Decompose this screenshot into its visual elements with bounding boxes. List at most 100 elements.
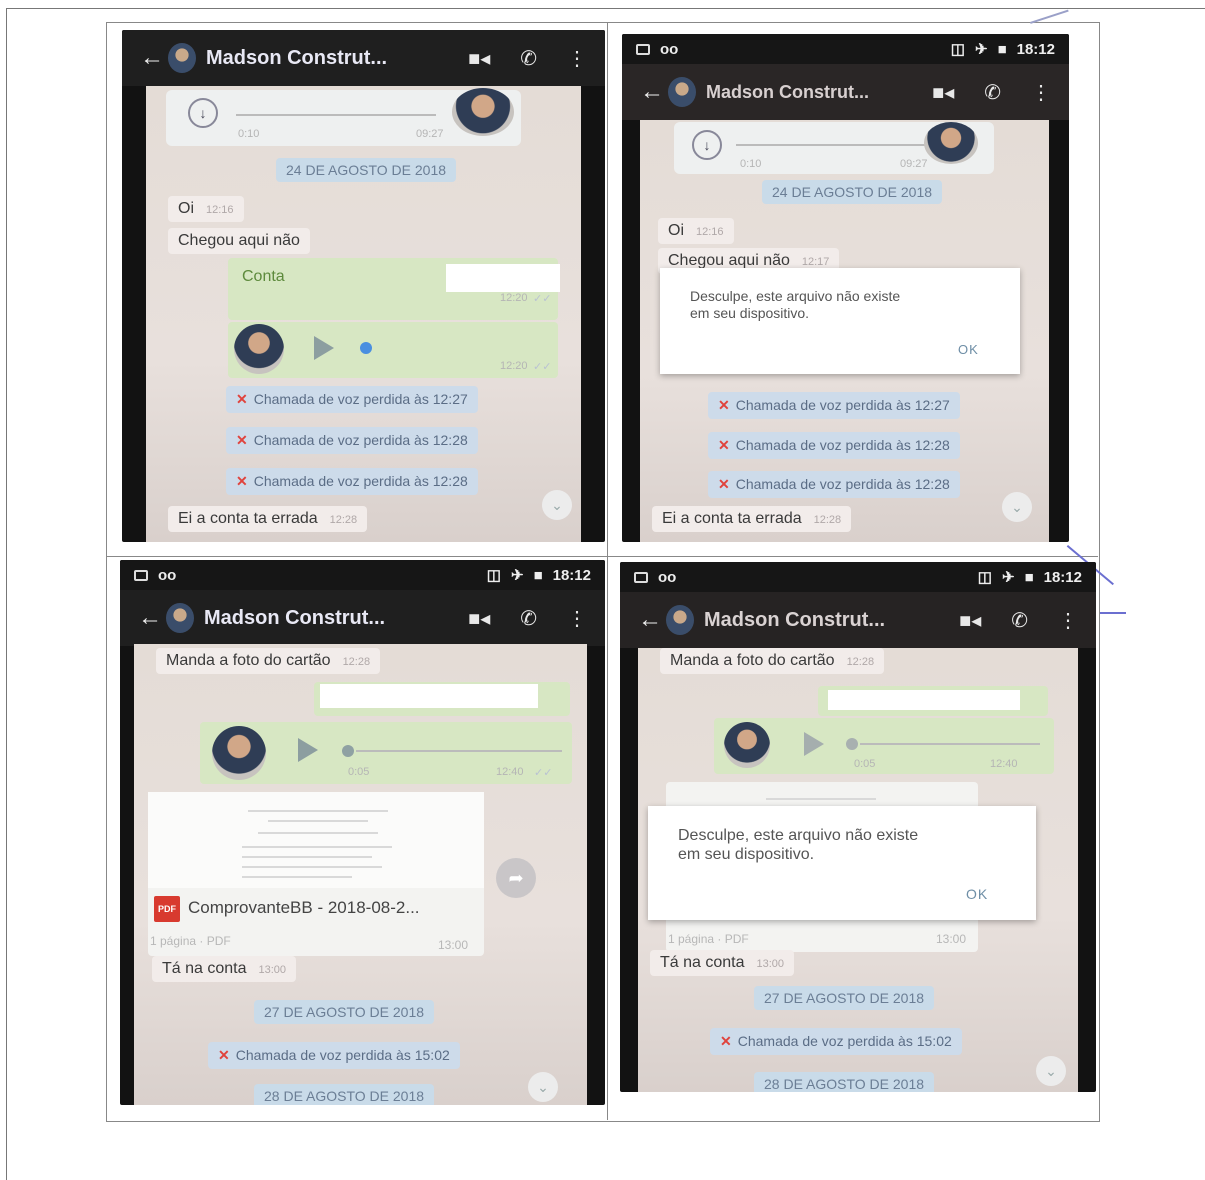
- scroll-down-icon[interactable]: ⌄: [542, 490, 572, 520]
- missed-call-notice: ✕ Chamada de voz perdida às 15:02: [710, 1028, 962, 1055]
- contact-name[interactable]: Madson Construt...: [204, 607, 438, 630]
- voice-time: 12:40: [496, 766, 524, 778]
- video-call-icon[interactable]: ■◂: [959, 608, 981, 633]
- page-border-left: [6, 8, 7, 1180]
- date-divider: 24 DE AGOSTO DE 2018: [276, 158, 457, 182]
- voice-duration: 0:05: [348, 766, 370, 778]
- contact-name[interactable]: Madson Construt...: [704, 609, 929, 632]
- missed-call-icon: ✕: [720, 1033, 732, 1049]
- chat-area: ↓ 0:10 09:27 24 DE AGOSTO DE 2018 Oi 12:1…: [640, 120, 1049, 542]
- missed-call-notice: ✕ Chamada de voz perdida às 15:02: [208, 1042, 460, 1069]
- more-vert-icon[interactable]: ⋮: [567, 46, 587, 71]
- audio-track[interactable]: [356, 750, 562, 752]
- status-time: 18:12: [552, 566, 591, 584]
- pdf-icon: PDF: [154, 896, 180, 922]
- battery-icon: ■: [997, 40, 1007, 58]
- contact-avatar[interactable]: [168, 43, 196, 73]
- message-bubble: Tá na conta 13:00: [650, 950, 795, 976]
- scroll-down-icon[interactable]: ⌄: [1002, 492, 1032, 522]
- play-icon[interactable]: [298, 738, 318, 762]
- pdf-attachment[interactable]: PDF ComprovanteBB - 2018-08-2... 1 págin…: [148, 792, 484, 956]
- back-arrow-icon[interactable]: ←: [640, 78, 664, 106]
- video-call-icon[interactable]: ■◂: [468, 606, 490, 631]
- back-arrow-icon[interactable]: ←: [140, 44, 164, 72]
- chat-area: Manda a foto do cartão 12:28 0:05 12:40 ✓…: [134, 644, 587, 1105]
- pdf-filename: ComprovanteBB - 2018-08-2...: [188, 898, 420, 917]
- audio-duration: 09:27: [416, 128, 444, 140]
- play-icon[interactable]: [804, 732, 824, 756]
- audio-track[interactable]: [736, 144, 936, 146]
- share-icon[interactable]: ➦: [496, 858, 536, 898]
- contact-photo: [924, 122, 978, 164]
- missed-call-text: Chamada de voz perdida às 12:28: [735, 437, 950, 453]
- phone-icon[interactable]: ✆: [520, 606, 537, 631]
- phone-icon[interactable]: ✆: [1011, 608, 1028, 633]
- phone-icon[interactable]: ✆: [520, 46, 537, 71]
- message-bubble: Manda a foto do cartão 12:28: [660, 648, 885, 674]
- voice-avatar: [724, 722, 770, 768]
- video-call-icon[interactable]: ■◂: [932, 80, 954, 105]
- phone-icon[interactable]: ✆: [984, 80, 1001, 105]
- dialog-ok-button[interactable]: OK: [958, 342, 979, 357]
- scroll-down-icon[interactable]: ⌄: [1036, 1056, 1066, 1086]
- redaction-block: [320, 684, 538, 708]
- dialog-message: Desculpe, este arquivo não existe em seu…: [678, 827, 919, 864]
- pdf-preview-line: [248, 810, 388, 812]
- audio-elapsed: 0:10: [238, 128, 260, 140]
- chat-header: ← Madson Construt... ■◂ ✆ ⋮: [622, 64, 1069, 120]
- voice-message: 0:05 12:40: [714, 718, 1054, 774]
- pdf-time: 13:00: [936, 932, 967, 946]
- missed-call-notice: ✕ Chamada de voz perdida às 12:28: [226, 468, 478, 495]
- date-divider: 27 DE AGOSTO DE 2018: [754, 986, 935, 1010]
- message-time: 12:16: [206, 204, 234, 216]
- scroll-down-icon[interactable]: ⌄: [528, 1072, 558, 1102]
- missed-call-icon: ✕: [236, 432, 248, 448]
- chat-area: Manda a foto do cartão 12:28 0:05 12:40 1…: [638, 648, 1078, 1092]
- contact-name[interactable]: Madson Construt...: [706, 82, 902, 103]
- voicemail-icon: oo: [658, 568, 677, 586]
- back-arrow-icon[interactable]: ←: [638, 606, 662, 634]
- message-bubble: Chegou aqui não: [168, 228, 310, 254]
- contact-name[interactable]: Madson Construt...: [206, 47, 438, 70]
- chat-header: ← Madson Construt... ■◂ ✆ ⋮: [120, 590, 605, 646]
- contact-avatar[interactable]: [668, 77, 696, 107]
- voice-avatar: [234, 324, 284, 374]
- dialog-ok-button[interactable]: OK: [966, 886, 988, 902]
- more-vert-icon[interactable]: ⋮: [1058, 608, 1078, 633]
- progress-dot[interactable]: [342, 745, 354, 757]
- missed-call-text: Chamada de voz perdida às 12:28: [735, 476, 950, 492]
- message-bubble: Ei a conta ta errada 12:28: [168, 506, 368, 532]
- back-arrow-icon[interactable]: ←: [138, 604, 162, 632]
- screenshot-panel-2: oo ◫ ✈ ■ 18:12 ← Madson Construt... ■◂ ✆ ⋮ …: [622, 34, 1069, 542]
- audio-track[interactable]: [236, 114, 436, 116]
- progress-dot[interactable]: [846, 738, 858, 750]
- contact-avatar[interactable]: [166, 603, 194, 633]
- voice-time: 12:40: [990, 758, 1018, 770]
- voice-avatar: [212, 726, 266, 780]
- missed-call-text: Chamada de voz perdida às 12:27: [735, 397, 950, 413]
- download-icon[interactable]: ↓: [188, 98, 218, 128]
- status-bar: oo ◫ ✈ ■ 18:12: [120, 560, 605, 590]
- status-time: 18:12: [1043, 568, 1082, 586]
- voice-duration: 0:05: [854, 758, 876, 770]
- audio-track[interactable]: [860, 743, 1040, 745]
- message-bubble: Ei a conta ta errada 12:28: [652, 506, 852, 532]
- more-vert-icon[interactable]: ⋮: [567, 606, 587, 631]
- play-icon[interactable]: [314, 336, 334, 360]
- message-text: Ei a conta ta errada: [178, 510, 318, 527]
- message-bubble: Oi 12:16: [168, 196, 244, 222]
- battery-icon: ■: [1024, 568, 1034, 586]
- more-vert-icon[interactable]: ⋮: [1031, 80, 1051, 105]
- audio-elapsed: 0:10: [740, 158, 762, 170]
- grid-divider-horizontal: [106, 556, 1098, 557]
- read-ticks-icon: ✓✓: [534, 767, 553, 779]
- missed-call-icon: ✕: [718, 397, 730, 413]
- progress-dot[interactable]: [360, 342, 372, 354]
- pen-mark: [1100, 612, 1126, 614]
- video-call-icon[interactable]: ■◂: [468, 46, 490, 71]
- error-dialog: Desculpe, este arquivo não existe em seu…: [660, 268, 1020, 374]
- read-ticks-icon: ✓✓: [533, 361, 552, 373]
- contact-avatar[interactable]: [666, 605, 694, 635]
- download-icon[interactable]: ↓: [692, 130, 722, 160]
- chat-header: ← Madson Construt... ■◂ ✆ ⋮: [122, 30, 605, 86]
